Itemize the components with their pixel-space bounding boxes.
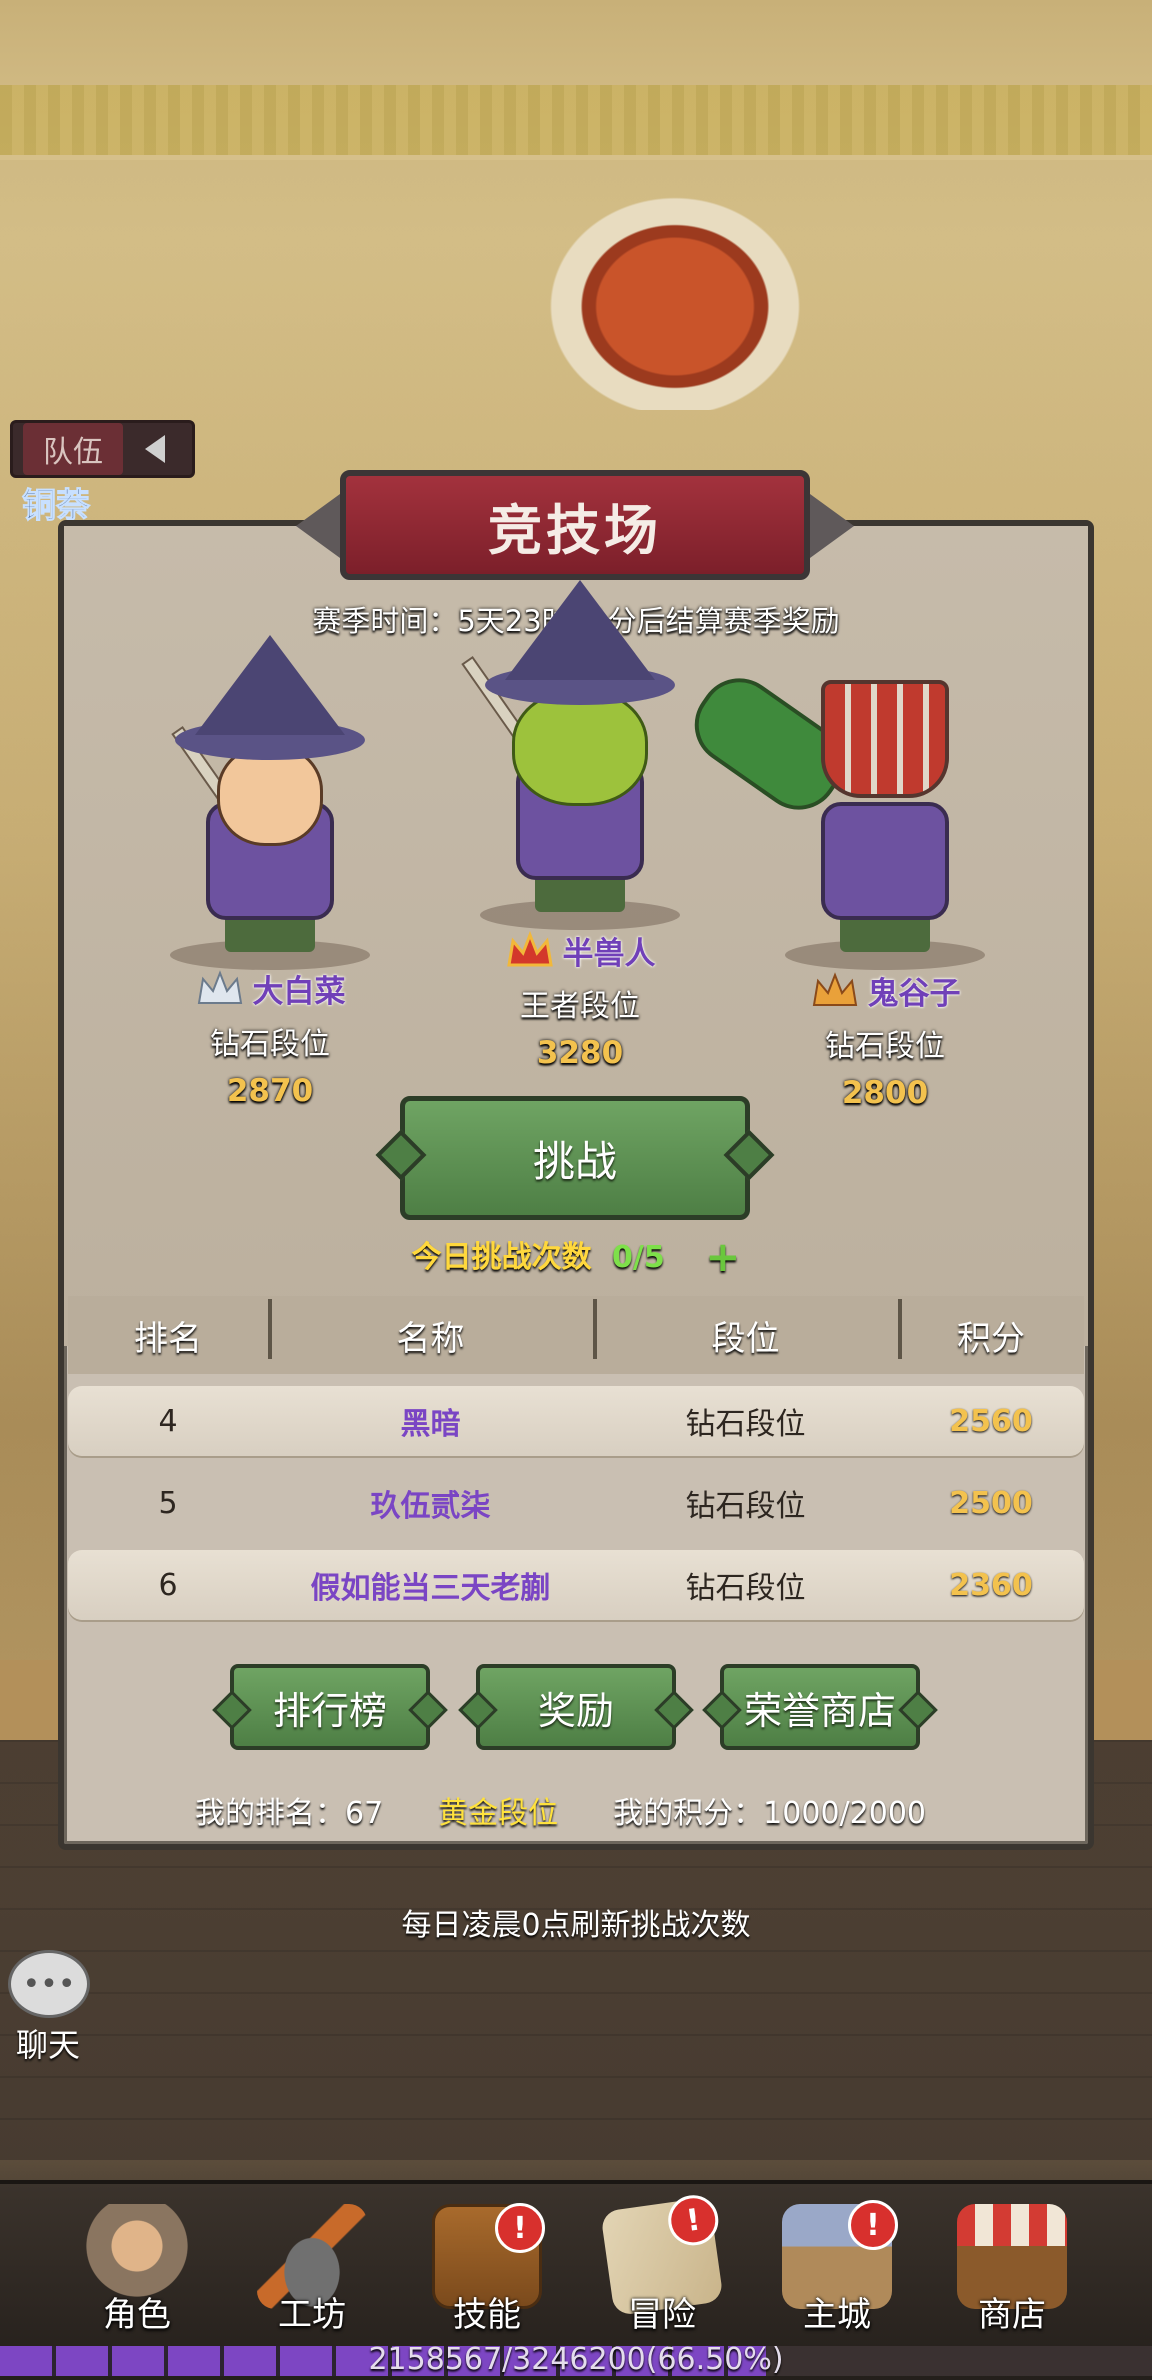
nav-label: 冒险	[628, 2295, 696, 2335]
opponent-rank: 钻石段位	[825, 1029, 945, 1064]
row-score: 2560	[949, 1403, 1033, 1439]
refresh-note: 每日凌晨0点刷新挑战次数	[401, 1908, 751, 1943]
nav-label: 商店	[978, 2295, 1046, 2335]
honor-shop-button[interactable]: 荣誉商店	[720, 1664, 920, 1750]
opponent-score: 2870	[226, 1073, 314, 1109]
hero-avatar[interactable]	[679, 660, 1010, 970]
opponent-name: 鬼谷子	[867, 976, 961, 1012]
row-name: 玖伍贰柒	[370, 1489, 491, 1524]
opponent-card-3[interactable]: 鬼谷子 钻石段位 2800	[679, 660, 1010, 1111]
chat-label: 聊天	[15, 2026, 80, 2064]
alert-badge-icon: !	[665, 2192, 722, 2249]
column-header-tier: 段位	[593, 1298, 898, 1360]
table-row[interactable]: 5 玖伍贰柒 钻石段位 2500	[68, 1468, 1084, 1538]
row-rank: 4	[158, 1403, 178, 1439]
opponent-rank: 钻石段位	[210, 1027, 330, 1062]
alert-badge-icon: !	[848, 2200, 898, 2250]
table-row[interactable]: 6 假如能当三天老蒯 钻石段位 2360	[68, 1550, 1084, 1620]
row-rank: 5	[158, 1485, 178, 1521]
challenge-button[interactable]: 挑战	[400, 1096, 750, 1220]
nav-main-city[interactable]: ! 主城	[762, 2200, 912, 2336]
row-score: 2500	[949, 1485, 1033, 1521]
row-name: 假如能当三天老蒯	[310, 1571, 551, 1606]
opponent-score: 2800	[841, 1075, 929, 1111]
opponent-score: 3280	[536, 1035, 624, 1071]
chat-bubble-icon[interactable]: •••	[8, 1950, 90, 2018]
rewards-button[interactable]: 奖励	[476, 1664, 676, 1750]
ranking-table: 排名 名称 段位 积分 4 黑暗 钻石段位 2560 5 玖伍贰柒 钻石段位 2…	[68, 1296, 1084, 1632]
collapse-arrow-icon[interactable]	[145, 435, 165, 463]
add-challenges-icon[interactable]: +	[705, 1232, 740, 1281]
table-header: 排名 名称 段位 积分	[68, 1296, 1084, 1374]
opponent-card-2[interactable]: 半兽人 王者段位 3280	[450, 580, 710, 1071]
opponent-name: 大白菜	[252, 974, 346, 1010]
team-tab[interactable]: 队伍	[10, 420, 195, 478]
daily-challenges-label: 今日挑战次数	[411, 1240, 592, 1275]
nav-skills[interactable]: ! 技能	[412, 2203, 562, 2336]
nav-label: 主城	[803, 2295, 871, 2335]
alert-badge-icon: !	[495, 2203, 545, 2253]
background-grass	[0, 85, 1152, 155]
nav-label: 角色	[103, 2295, 171, 2335]
chat-button[interactable]: ••• 聊天	[8, 1950, 90, 2066]
column-header-score: 积分	[898, 1298, 1084, 1360]
row-name: 黑暗	[400, 1407, 461, 1442]
column-header-rank: 排名	[134, 1318, 202, 1359]
red-crown-icon	[505, 930, 555, 971]
hero-avatar[interactable]	[450, 580, 710, 930]
opponent-rank: 王者段位	[520, 989, 640, 1024]
row-rank: 6	[158, 1567, 178, 1603]
arena-title-banner: 竞技场	[296, 470, 854, 580]
opponent-name: 半兽人	[562, 936, 656, 972]
daily-challenges: 今日挑战次数 0/5 +	[0, 1232, 1152, 1281]
row-tier: 钻石段位	[685, 1407, 806, 1442]
row-score: 2360	[949, 1567, 1033, 1603]
hero-avatar[interactable]	[150, 635, 390, 970]
nav-label: 技能	[453, 2295, 521, 2335]
table-row[interactable]: 4 黑暗 钻石段位 2560	[68, 1386, 1084, 1456]
team-tab-label: 队伍	[23, 423, 123, 475]
nav-shop[interactable]: 商店	[937, 2204, 1087, 2336]
my-points: 我的积分：1000/2000	[613, 1796, 926, 1831]
silver-crown-icon	[195, 969, 245, 1009]
nav-workshop[interactable]: 工坊	[237, 2204, 387, 2336]
background-fort	[530, 180, 820, 410]
page-title: 竞技场	[488, 498, 662, 562]
my-tier: 黄金段位	[438, 1796, 559, 1831]
nav-adventure[interactable]: ! 冒险	[587, 2192, 737, 2336]
experience-text: 2158567/3246200(66.50%)	[368, 2342, 784, 2377]
my-stats: 我的排名：67 黄金段位 我的积分：1000/2000	[195, 1788, 975, 1832]
opponent-card-1[interactable]: 大白菜 钻石段位 2870	[150, 635, 390, 1109]
my-rank: 我的排名：67	[195, 1796, 384, 1831]
row-tier: 钻石段位	[685, 1489, 806, 1524]
column-header-name: 名称	[268, 1298, 593, 1360]
daily-challenges-count: 0/5	[612, 1240, 665, 1275]
nav-label: 工坊	[278, 2295, 346, 2335]
gold-crown-icon	[810, 971, 860, 1011]
row-tier: 钻石段位	[685, 1571, 806, 1606]
leaderboard-button[interactable]: 排行榜	[230, 1664, 430, 1750]
nav-character[interactable]: 角色	[62, 2204, 212, 2336]
